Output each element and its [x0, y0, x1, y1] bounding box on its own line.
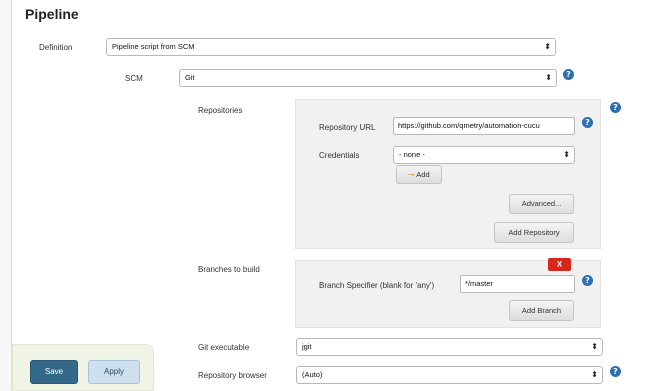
git-executable-select[interactable]: jgit ⬍ — [296, 338, 603, 356]
add-repository-button[interactable]: Add Repository — [494, 222, 574, 243]
definition-select-value: Pipeline script from SCM — [112, 42, 195, 51]
repository-browser-select[interactable]: (Auto) ⬍ — [296, 366, 603, 384]
delete-branch-button[interactable]: X — [548, 258, 571, 271]
add-credentials-button[interactable]: ⊸ Add — [396, 165, 442, 184]
repository-url-help-icon[interactable]: ? — [582, 117, 593, 128]
scm-help-icon[interactable]: ? — [563, 69, 574, 80]
repository-url-label: Repository URL — [319, 123, 376, 132]
credentials-label: Credentials — [319, 151, 360, 160]
add-branch-button[interactable]: Add Branch — [509, 300, 574, 321]
key-icon: ⊸ — [408, 170, 415, 179]
scm-select[interactable]: Git ⬍ — [179, 69, 557, 87]
scm-label: SCM — [125, 74, 143, 83]
select-arrow-icon: ⬍ — [591, 370, 598, 379]
repository-browser-value: (Auto) — [302, 370, 323, 379]
branch-specifier-label: Branch Specifier (blank for 'any') — [319, 281, 435, 290]
repositories-label: Repositories — [198, 106, 243, 115]
branch-specifier-help-icon[interactable]: ? — [582, 275, 593, 286]
repository-url-input[interactable]: https://github.com/qmetry/automation-cuc… — [393, 117, 575, 135]
definition-select[interactable]: Pipeline script from SCM ⬍ — [106, 38, 556, 56]
select-arrow-icon: ⬍ — [545, 73, 552, 82]
credentials-select[interactable]: - none - ⬍ — [393, 146, 575, 164]
definition-label: Definition — [39, 43, 73, 52]
git-executable-label: Git executable — [198, 343, 250, 352]
section-title: Pipeline — [25, 6, 79, 22]
advanced-button[interactable]: Advanced... — [509, 194, 574, 214]
select-arrow-icon: ⬍ — [563, 150, 570, 159]
select-arrow-icon: ⬍ — [591, 342, 598, 351]
credentials-select-value: - none - — [399, 150, 425, 159]
repositories-help-icon[interactable]: ? — [610, 102, 621, 113]
pipeline-config-page: Pipeline Definition Pipeline script from… — [0, 0, 653, 391]
save-button[interactable]: Save — [30, 360, 78, 384]
branches-label: Branches to build — [198, 265, 260, 274]
left-gutter — [0, 0, 12, 391]
git-executable-value: jgit — [302, 342, 312, 351]
apply-button[interactable]: Apply — [88, 360, 140, 384]
scm-select-value: Git — [185, 73, 195, 82]
right-gutter — [636, 0, 653, 391]
repository-browser-help-icon[interactable]: ? — [610, 366, 621, 377]
repository-browser-label: Repository browser — [198, 371, 267, 380]
branch-specifier-input[interactable]: */master — [460, 275, 575, 293]
add-credentials-label: Add — [416, 170, 430, 179]
select-arrow-icon: ⬍ — [544, 42, 551, 51]
